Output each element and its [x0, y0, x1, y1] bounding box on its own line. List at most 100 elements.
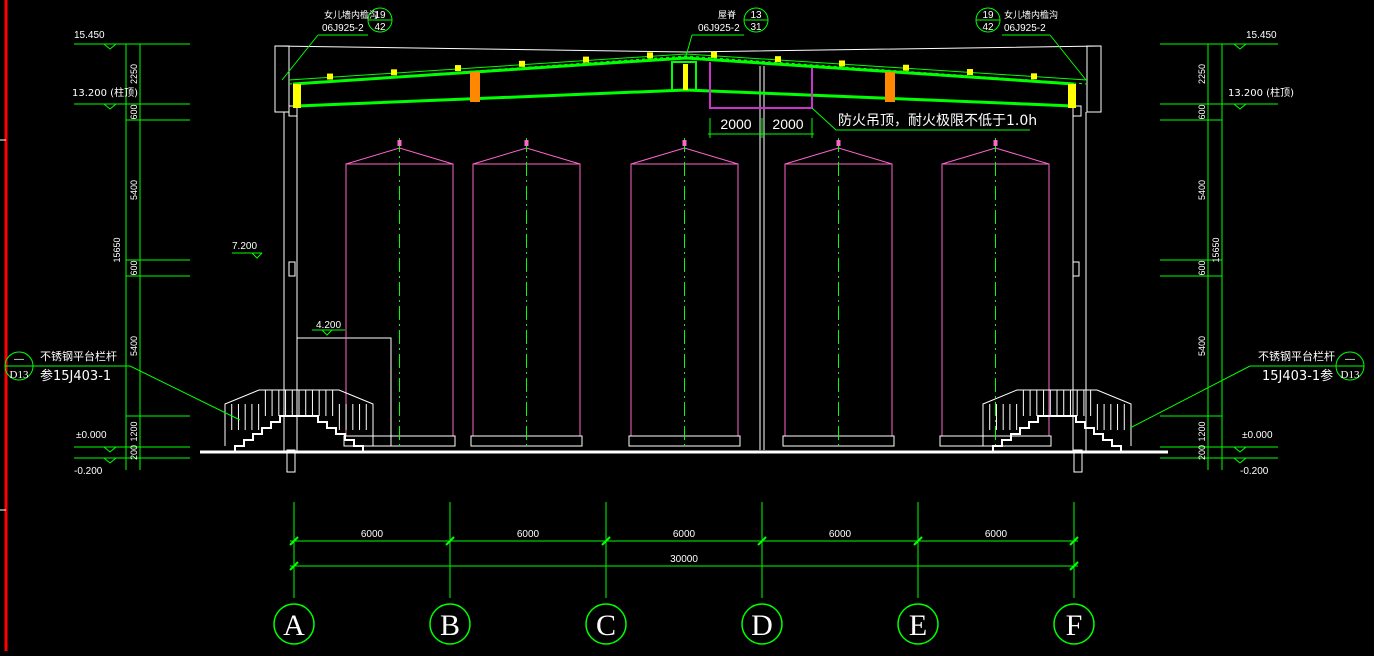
tank-vent	[993, 140, 998, 146]
span-dim: 6000	[985, 529, 1008, 540]
callout-num-top: —	[14, 354, 24, 365]
leader	[685, 34, 693, 57]
axis-label: A	[283, 609, 305, 642]
tank-vent	[397, 140, 402, 146]
vertical-dim: 600	[129, 260, 139, 275]
callout-code: 06J925-2	[322, 23, 364, 34]
purlin	[647, 52, 653, 59]
elevation-mark	[1233, 43, 1247, 50]
axis-bubble-e: E	[897, 603, 939, 645]
purlin	[839, 60, 845, 67]
elevation-mark	[251, 252, 263, 259]
vertical-dim: 600	[1197, 104, 1207, 119]
elev-column-top-left: 13.200 (柱顶)	[72, 86, 138, 99]
tank-vent	[524, 140, 529, 146]
vertical-dim: 15650	[1211, 237, 1221, 262]
callout-gutter-right: 女儿墙内檐沟 06J925-2 19 42	[975, 7, 1087, 81]
elevation-mark	[1233, 446, 1247, 453]
bracket	[1072, 261, 1080, 277]
elev-mid: 7.200	[232, 241, 257, 252]
leader	[1129, 365, 1251, 429]
leader	[281, 34, 319, 81]
stair-flight	[992, 415, 1047, 452]
elevation-mark	[103, 446, 117, 453]
tank	[470, 138, 583, 447]
purlin	[1031, 73, 1037, 80]
callout-title: 女儿墙内檐沟	[1004, 9, 1058, 21]
callout-ridge: 屋脊 06J925-2 13 31	[685, 7, 769, 57]
elev-ground-right: ±0.000	[1242, 430, 1273, 441]
callout-code: 06J925-2	[698, 23, 740, 34]
axis-bubble-f: F	[1053, 603, 1095, 645]
stair-set	[982, 389, 1132, 452]
span-dim: 6000	[829, 529, 852, 540]
tank-vent	[682, 140, 687, 146]
purlin	[519, 60, 525, 67]
bracket	[288, 261, 296, 277]
callout-num-top: 19	[374, 10, 386, 21]
truss-post	[293, 84, 301, 108]
stair-set	[224, 389, 374, 452]
vertical-dim: 5400	[1197, 180, 1207, 200]
vertical-dim: 1200	[1197, 421, 1207, 441]
elevation-mark	[1233, 457, 1247, 464]
axis-bubble-a: A	[273, 603, 315, 645]
callout-title: 女儿墙内檐沟	[324, 9, 378, 21]
callout-num-top: 19	[982, 10, 994, 21]
ceiling-dim: 2000	[720, 116, 751, 132]
axis-bubble-c: C	[585, 603, 627, 645]
truss-post	[1068, 84, 1076, 108]
elevation-mark	[103, 103, 117, 110]
axis-label: E	[909, 609, 927, 642]
fire-ceiling-note: 防火吊顶，耐火极限不低于1.0h	[838, 113, 1037, 129]
axis-bubble-d: D	[741, 603, 783, 645]
purlin	[967, 69, 973, 76]
stair-flight	[1067, 415, 1122, 452]
drawing-canvas: 2250 2250 600 600 5400 5400 600 600 5400 5400 1200…	[0, 0, 1374, 651]
parapet-right	[1086, 45, 1102, 113]
elev-outdoor-left: -0.200	[74, 466, 103, 477]
callout-num-bottom: 31	[750, 22, 762, 33]
section-drawing: 2250 2250 600 600 5400 5400 600 600 5400 5400 1200…	[0, 0, 1365, 651]
truss-post	[885, 72, 895, 102]
vertical-dim: 2250	[129, 64, 139, 84]
tank	[343, 138, 456, 447]
elevation-mark	[1233, 103, 1247, 110]
callout-title: 不锈钢平台栏杆	[40, 349, 117, 363]
truss-bottom-chord	[296, 88, 1074, 108]
stair-flight	[234, 415, 289, 452]
vertical-dim: 5400	[129, 180, 139, 200]
axis-label: B	[440, 609, 460, 642]
tank	[628, 138, 741, 447]
callout-title: 不锈钢平台栏杆	[1258, 349, 1335, 363]
leader	[1049, 34, 1087, 81]
tank-vent	[836, 140, 841, 146]
tank	[782, 138, 895, 447]
callout-num-bottom: 42	[374, 22, 386, 33]
elev-outdoor-right: -0.200	[1240, 466, 1269, 477]
span-dim: 6000	[673, 529, 696, 540]
span-dim: 6000	[361, 529, 384, 540]
callout-num-top: 13	[750, 10, 762, 21]
tanks	[343, 138, 1052, 447]
elev-top-left: 15.450	[74, 30, 105, 41]
callout-ref: 15J403-1参	[1262, 368, 1333, 384]
callout-num-bottom: 42	[982, 22, 994, 33]
vertical-dim: 600	[1197, 260, 1207, 275]
axis-label: D	[751, 609, 773, 642]
axis-bubble-b: B	[429, 603, 471, 645]
axis-label: F	[1066, 609, 1083, 642]
elevation-mark	[103, 457, 117, 464]
ceiling-dim: 2000	[772, 116, 803, 132]
ridge-post	[683, 64, 688, 90]
vertical-dim: 15650	[112, 237, 122, 262]
purlin	[583, 56, 589, 63]
leader	[129, 365, 241, 421]
elevation-mark	[103, 43, 117, 50]
fire-ceiling	[709, 62, 813, 109]
vertical-dim: 5400	[129, 336, 139, 356]
purlin	[775, 56, 781, 63]
callout-title: 屋脊	[718, 9, 736, 21]
axis-bubbles: A B C D E F	[273, 603, 1095, 645]
total-dim: 30000	[670, 554, 698, 565]
